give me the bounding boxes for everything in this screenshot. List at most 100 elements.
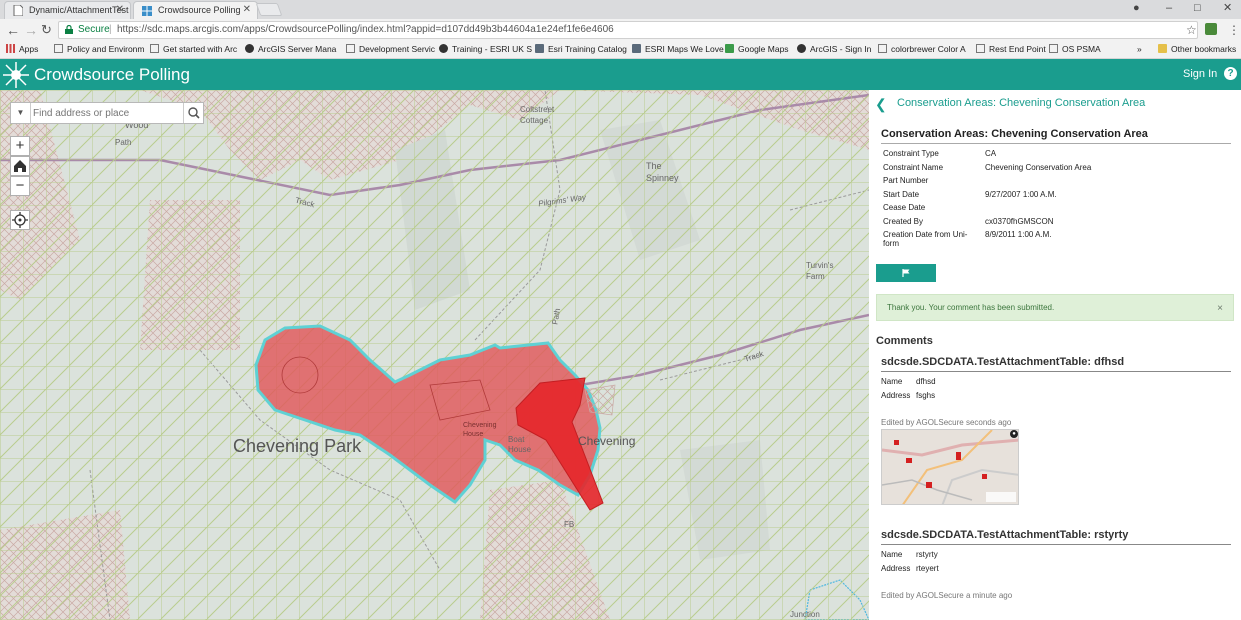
attr-value: 8/9/2011 1:00 A.M. bbox=[985, 230, 1052, 239]
map-view[interactable]: Chevening Park Chevening The Spinney Woo… bbox=[0, 90, 869, 620]
attr-value: Chevening Conservation Area bbox=[985, 162, 1092, 172]
locate-icon bbox=[12, 212, 28, 228]
reload-icon[interactable]: ↻ bbox=[41, 21, 52, 39]
tab-title: Crowdsource Polling bbox=[158, 5, 241, 15]
map-search: ▼ bbox=[10, 102, 204, 124]
bookmark-item[interactable]: Policy and Environm bbox=[54, 41, 144, 58]
bookmark-item[interactable]: colorbrewer Color A bbox=[878, 41, 966, 58]
bookmark-item[interactable]: Rest End Point bbox=[976, 41, 1046, 58]
more-bookmarks-button[interactable]: » bbox=[1137, 41, 1142, 58]
attr-value: CA bbox=[985, 149, 997, 158]
app-header: Crowdsource Polling Sign In ? bbox=[0, 59, 1241, 90]
close-tab-icon[interactable]: ✕ bbox=[243, 2, 251, 18]
browser-menu-icon[interactable]: ⋮ bbox=[1228, 21, 1240, 39]
close-tab-icon[interactable]: ✕ bbox=[116, 2, 124, 18]
bookmark-label: ESRI Maps We Love bbox=[645, 44, 724, 54]
attr-value bbox=[983, 175, 1093, 189]
page-icon bbox=[54, 44, 63, 53]
comment-flag-button[interactable] bbox=[876, 264, 936, 282]
bookmark-item[interactable]: Development Servic bbox=[346, 41, 435, 58]
bookmark-label: ArcGIS - Sign In bbox=[810, 44, 872, 54]
other-bookmarks[interactable]: Other bookmarks bbox=[1158, 41, 1236, 58]
flag-icon bbox=[902, 268, 910, 277]
bookmark-label: Rest End Point bbox=[989, 44, 1046, 54]
comment-card: sdcsde.SDCDATA.TestAttachmentTable: rsty… bbox=[881, 529, 1231, 600]
google-maps-icon bbox=[725, 44, 734, 53]
map-label-fb: FB bbox=[564, 520, 575, 529]
bookmark-item[interactable]: Esri Training Catalog bbox=[535, 41, 627, 58]
minimize-icon[interactable]: – bbox=[1166, 0, 1172, 16]
globe-icon bbox=[245, 44, 254, 53]
bookmark-apps[interactable]: Apps bbox=[6, 41, 38, 58]
bookmark-label: Other bookmarks bbox=[1171, 44, 1237, 54]
page-icon bbox=[150, 44, 159, 53]
locate-button[interactable] bbox=[10, 210, 30, 230]
bookmark-item[interactable]: ArcGIS Server Mana bbox=[245, 41, 336, 58]
close-alert-icon[interactable]: × bbox=[1217, 296, 1223, 322]
maximize-icon[interactable]: □ bbox=[1194, 0, 1201, 16]
comment-card: sdcsde.SDCDATA.TestAttachmentTable: dfhs… bbox=[881, 356, 1231, 505]
browser-tab-crowdsource-polling[interactable]: Crowdsource Polling ✕ bbox=[133, 1, 258, 19]
new-tab-button[interactable] bbox=[255, 3, 283, 16]
profile-icon[interactable]: ● bbox=[1133, 0, 1140, 16]
search-button[interactable] bbox=[183, 103, 203, 123]
address-bar[interactable]: Secure | https://sdc.maps.arcgis.com/app… bbox=[58, 21, 1198, 39]
map-label-spinney: The Spinney bbox=[646, 161, 679, 183]
map-label-path: Path bbox=[115, 138, 132, 147]
bookmark-label: Google Maps bbox=[738, 44, 789, 54]
map-label-chevening-park: Chevening Park bbox=[233, 436, 362, 456]
help-icon[interactable]: ? bbox=[1224, 67, 1237, 80]
bookmark-item[interactable]: Google Maps bbox=[725, 41, 789, 58]
search-input[interactable] bbox=[33, 105, 181, 121]
bookmark-label: Esri Training Catalog bbox=[548, 44, 627, 54]
attr-value: 9/27/2007 1:00 A.M. bbox=[985, 189, 1057, 199]
home-button[interactable] bbox=[10, 156, 30, 176]
details-panel: ❮ Conservation Areas: Chevening Conserva… bbox=[869, 90, 1241, 620]
field-key: Address bbox=[881, 391, 911, 400]
bookmark-item[interactable]: Get started with Arc bbox=[150, 41, 237, 58]
bookmarks-bar: Apps Policy and Environm Get started wit… bbox=[0, 41, 1241, 59]
home-icon bbox=[14, 160, 26, 172]
attachment-thumbnail[interactable]: ● bbox=[881, 429, 1019, 505]
lock-icon bbox=[65, 25, 73, 34]
breadcrumb[interactable]: Conservation Areas: Chevening Conservati… bbox=[897, 97, 1145, 109]
url-separator: | bbox=[109, 24, 112, 35]
field-value: fsghs bbox=[916, 391, 936, 400]
browser-toolbar: ← → ↻ Secure | https://sdc.maps.arcgis.c… bbox=[0, 19, 1241, 41]
page-icon bbox=[1049, 44, 1058, 53]
field-key: Name bbox=[881, 377, 903, 386]
secure-label: Secure bbox=[78, 24, 110, 35]
comment-fields: Name rstyrty Address rteyert bbox=[881, 549, 939, 577]
remove-attachment-icon[interactable]: ● bbox=[1010, 430, 1018, 438]
map-canvas[interactable] bbox=[0, 90, 869, 620]
bookmark-item[interactable]: Training - ESRI UK S bbox=[439, 41, 532, 58]
browser-tab-attachment-test[interactable]: Dynamic/AttachmentTest ✕ bbox=[4, 1, 131, 19]
esri-icon bbox=[535, 44, 544, 53]
table-row: Start Date 9/27/2007 1:00 A.M. bbox=[881, 189, 1093, 203]
bookmark-item[interactable]: ESRI Maps We Love bbox=[632, 41, 724, 58]
star-bookmark-icon[interactable]: ☆ bbox=[1186, 21, 1197, 39]
sign-in-link[interactable]: Sign In bbox=[1183, 68, 1217, 80]
zoom-in-button[interactable]: + bbox=[10, 136, 30, 156]
page-icon bbox=[878, 44, 887, 53]
attr-key: Part Number bbox=[883, 176, 929, 185]
page-icon bbox=[976, 44, 985, 53]
table-row: Name dfhsd bbox=[881, 376, 936, 390]
attribute-table: Constraint Type CA Constraint Name Cheveni… bbox=[881, 148, 1093, 249]
extension-icon[interactable] bbox=[1205, 23, 1217, 35]
forward-arrow-icon[interactable]: → bbox=[24, 21, 38, 39]
url-text[interactable]: https://sdc.maps.arcgis.com/apps/Crowdso… bbox=[117, 22, 614, 38]
edited-info: Edited by AGOLSecure a minute ago bbox=[881, 591, 1013, 600]
search-source-dropdown-icon[interactable]: ▼ bbox=[11, 103, 31, 123]
bookmark-item[interactable]: ArcGIS - Sign In bbox=[797, 41, 871, 58]
back-arrow-icon[interactable]: ← bbox=[6, 21, 20, 39]
esri-icon bbox=[632, 44, 641, 53]
bookmark-label: Development Servic bbox=[359, 44, 436, 54]
globe-icon bbox=[439, 44, 448, 53]
window-close-icon[interactable]: ✕ bbox=[1223, 0, 1232, 16]
bookmark-item[interactable]: OS PSMA bbox=[1049, 41, 1101, 58]
attr-key: Constraint Name bbox=[883, 162, 944, 172]
success-alert: Thank you. Your comment has been submitt… bbox=[876, 294, 1234, 321]
zoom-out-button[interactable]: − bbox=[10, 176, 30, 196]
back-chevron-icon[interactable]: ❮ bbox=[875, 96, 887, 113]
